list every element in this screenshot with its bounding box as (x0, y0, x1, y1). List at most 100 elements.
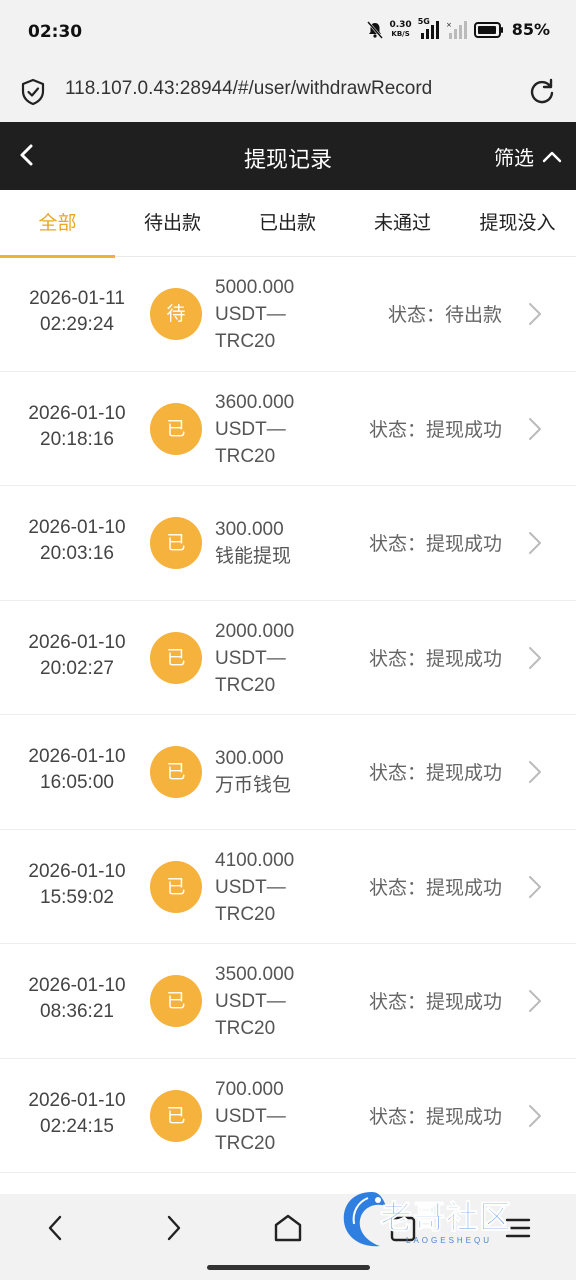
record-method-line2: TRC20 (215, 1018, 276, 1039)
record-date: 2026-01-10 (28, 975, 126, 996)
app-header: 提现记录 筛选 (0, 122, 576, 190)
record-row[interactable]: 2026-01-10 20:18:16 已 3600.000 USDT— TRC20 … (0, 372, 576, 486)
record-time: 08:36:21 (40, 1001, 114, 1022)
shield-check-icon[interactable] (20, 78, 46, 106)
record-status: 状态：提现成功 (368, 762, 502, 784)
record-datetime: 2026-01-10 15:59:02 (22, 859, 132, 911)
network-type: 5G (417, 16, 430, 26)
nav-back-icon[interactable] (38, 1210, 74, 1246)
svg-text:×: × (446, 21, 452, 29)
mute-bell-icon (367, 20, 384, 39)
record-amount: 2000.000 (215, 620, 295, 642)
record-date: 2026-01-10 (28, 1089, 126, 1111)
record-amount-block: 3600.000 USDT— TRC20 (215, 389, 325, 470)
record-amount-block: 700.000 USDT— TRC20 (215, 1076, 325, 1157)
url-text[interactable]: 118.107.0.43:28944/#/user/withdrawRecord (65, 78, 432, 100)
record-row[interactable]: 2026-01-10 20:03:16 已 300.000 钱能提现 状态：提现成功 (0, 486, 576, 601)
tab-pending[interactable]: 待出款 (115, 190, 230, 257)
record-time: 15:59:02 (40, 886, 114, 908)
tab-rejected[interactable]: 未通过 (345, 190, 460, 257)
chevron-right-icon (529, 303, 541, 325)
record-date: 2026-01-10 (28, 860, 126, 882)
record-amount-block: 2000.000 USDT— TRC20 (215, 618, 325, 699)
record-amount-block: 3500.000 USDT— TRC20 (215, 961, 325, 1042)
net-speed-unit: KB/S (391, 29, 410, 38)
record-row[interactable]: 2026-01-10 20:02:27 已 2000.000 USDT— TRC20 … (0, 601, 576, 715)
record-method-line2: TRC20 (215, 1132, 276, 1154)
record-status-badge: 已 (150, 517, 202, 569)
record-datetime: 2026-01-10 02:24:15 (22, 1088, 132, 1140)
record-time: 20:18:16 (40, 428, 114, 450)
record-row[interactable]: 2026-01-10 16:05:00 已 300.000 万币钱包 状态：提现成功 (0, 715, 576, 830)
chevron-right-icon (529, 1104, 541, 1127)
record-status: 状态：待出款 (387, 304, 502, 326)
record-method-line1: 钱能提现 (215, 546, 292, 567)
battery-percent: 85% (511, 20, 550, 39)
tab-withdraw-missing[interactable]: 提现没入 (460, 190, 575, 257)
record-status: 状态：提现成功 (368, 418, 502, 441)
home-indicator[interactable] (207, 1265, 370, 1270)
record-date: 2026-01-10 (28, 631, 126, 653)
record-amount: 300.000 (215, 519, 284, 540)
record-method-line2: TRC20 (215, 445, 276, 467)
record-amount-block: 5000.000 USDT— TRC20 (215, 274, 325, 355)
record-status: 状态：提现成功 (368, 991, 502, 1013)
net-speed-value: 0.30 (389, 19, 412, 30)
record-time: 20:02:27 (40, 657, 114, 679)
record-amount-block: 300.000 万币钱包 (215, 745, 325, 799)
record-status-badge: 已 (150, 402, 202, 455)
chevron-right-icon (529, 990, 541, 1012)
record-method-line1: USDT— (215, 304, 286, 325)
record-status-badge: 已 (150, 975, 202, 1027)
record-amount-block: 4100.000 USDT— TRC20 (215, 847, 325, 928)
record-date: 2026-01-11 (29, 288, 125, 309)
record-method-line2: TRC20 (215, 674, 276, 696)
status-bar: 02:30 0.30 KB/S 5G × 85% (0, 0, 576, 64)
watermark-text: 老哥社区 (379, 1198, 513, 1237)
record-status: 状态：提现成功 (368, 647, 502, 670)
record-amount: 700.000 (215, 1078, 284, 1100)
chevron-right-icon (529, 417, 541, 440)
status-icons: 0.30 KB/S 5G × 85% (367, 17, 550, 39)
battery-icon (473, 21, 503, 38)
record-amount: 4100.000 (215, 849, 295, 871)
watermark-subtext: LAOGESHEQU (406, 1236, 493, 1245)
page-title: 提现记录 (243, 148, 332, 173)
record-time: 20:03:16 (40, 543, 114, 564)
record-amount: 3600.000 (215, 391, 295, 413)
home-icon[interactable] (270, 1210, 306, 1246)
signal-1: 5G (418, 17, 440, 39)
record-method-line1: USDT— (215, 418, 286, 440)
tab-paid[interactable]: 已出款 (230, 190, 345, 257)
filter-button[interactable]: 筛选 (494, 142, 562, 171)
nav-forward-icon[interactable] (155, 1210, 191, 1246)
chevron-right-icon (529, 532, 541, 554)
record-time: 02:29:24 (40, 314, 114, 335)
chevron-right-icon (529, 875, 541, 898)
reload-icon[interactable] (528, 77, 556, 105)
chevron-right-icon (529, 646, 541, 669)
record-method-line2: TRC20 (215, 331, 276, 352)
record-method-line1: USDT— (215, 1105, 286, 1127)
record-method-line1: USDT— (215, 647, 286, 669)
record-time: 02:24:15 (40, 1115, 114, 1137)
record-row[interactable]: 2026-01-10 15:59:02 已 4100.000 USDT— TRC20 … (0, 830, 576, 944)
net-speed: 0.30 KB/S (389, 19, 412, 39)
record-datetime: 2026-01-10 08:36:21 (22, 973, 132, 1025)
record-datetime: 2026-01-10 20:03:16 (22, 515, 132, 567)
record-status: 状态：提现成功 (368, 876, 502, 899)
record-datetime: 2026-01-10 20:18:16 (22, 401, 132, 453)
filter-label: 筛选 (494, 146, 534, 170)
watermark-logo: 老哥社区 LAOGESHEQU (338, 1186, 566, 1252)
chevron-right-icon (529, 761, 541, 783)
record-amount: 300.000 (215, 748, 284, 769)
tab-all[interactable]: 全部 (0, 190, 115, 258)
status-time: 02:30 (28, 22, 83, 42)
record-date: 2026-01-10 (28, 746, 126, 767)
record-row[interactable]: 2026-01-10 08:36:21 已 3500.000 USDT— TRC20 … (0, 944, 576, 1059)
record-datetime: 2026-01-11 02:29:24 (22, 286, 132, 338)
record-row[interactable]: 2026-01-10 02:24:15 已 700.000 USDT— TRC20 状… (0, 1059, 576, 1173)
record-method-line2: TRC20 (215, 903, 276, 925)
record-row[interactable]: 2026-01-11 02:29:24 待 5000.000 USDT— TRC20 … (0, 257, 576, 372)
record-time: 16:05:00 (40, 772, 114, 793)
